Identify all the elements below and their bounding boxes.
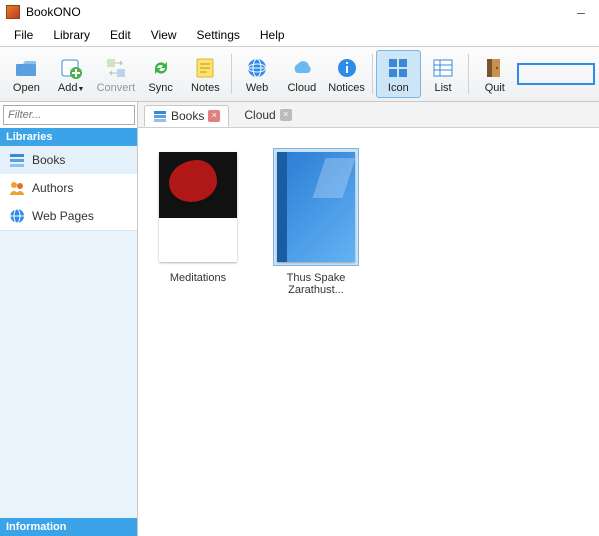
toolbar-separator (231, 54, 232, 94)
add-button[interactable]: Add▼ (49, 50, 94, 98)
toolbar-separator (372, 54, 373, 94)
sidebar-item-label: Books (32, 153, 65, 167)
tabbar: Books × Cloud × (138, 102, 599, 128)
sidebar-item-books[interactable]: Books (0, 146, 137, 174)
book-grid: Meditations Thus Spake Zarathust... (138, 128, 599, 536)
quit-button[interactable]: Quit (472, 50, 517, 98)
search-input[interactable] (517, 63, 595, 85)
book-cover (277, 152, 355, 262)
open-icon (13, 55, 39, 81)
convert-icon (103, 55, 129, 81)
list-view-button[interactable]: List (421, 50, 466, 98)
add-icon (58, 55, 84, 81)
cloud-icon (289, 55, 315, 81)
authors-icon (8, 179, 26, 197)
sidebar-item-authors[interactable]: Authors (0, 174, 137, 202)
globe-icon (8, 207, 26, 225)
convert-button[interactable]: Convert (94, 50, 139, 98)
book-cover (159, 152, 237, 262)
minimize-button[interactable]: – (569, 4, 593, 20)
web-button[interactable]: Web (235, 50, 280, 98)
quit-icon (482, 55, 508, 81)
sync-icon (148, 55, 174, 81)
open-button[interactable]: Open (4, 50, 49, 98)
book-item-zarathustra[interactable]: Thus Spake Zarathust... (266, 148, 366, 296)
menu-help[interactable]: Help (250, 26, 295, 44)
tab-books[interactable]: Books × (144, 105, 229, 127)
tab-cloud[interactable]: Cloud × (235, 104, 300, 126)
icon-view-button[interactable]: Icon (376, 50, 421, 98)
information-header: Information (0, 518, 137, 536)
notes-icon (192, 55, 218, 81)
filter-input[interactable] (3, 105, 135, 125)
sidebar-item-label: Authors (32, 181, 73, 195)
web-icon (244, 55, 270, 81)
titlebar: BookONO – (0, 0, 599, 24)
sidebar-item-label: Web Pages (32, 209, 94, 223)
list-icon (430, 55, 456, 81)
tab-close-icon[interactable]: × (280, 109, 292, 121)
toolbar-separator (468, 54, 469, 94)
books-icon (153, 109, 167, 123)
menu-edit[interactable]: Edit (100, 26, 141, 44)
tab-close-icon[interactable]: × (208, 110, 220, 122)
main-area: Books × Cloud × Meditations Thus Spake Z… (138, 102, 599, 536)
sidebar-fill (0, 230, 137, 518)
cloud-button[interactable]: Cloud (279, 50, 324, 98)
book-title: Thus Spake Zarathust... (266, 272, 366, 296)
tab-label: Books (171, 109, 204, 123)
book-title: Meditations (170, 272, 226, 284)
book-item-meditations[interactable]: Meditations (148, 148, 248, 284)
libraries-header: Libraries (0, 128, 137, 146)
grid-icon (385, 55, 411, 81)
menu-file[interactable]: File (4, 26, 43, 44)
menu-view[interactable]: View (141, 26, 187, 44)
tab-label: Cloud (244, 108, 275, 122)
notes-button[interactable]: Notes (183, 50, 228, 98)
menu-settings[interactable]: Settings (187, 26, 250, 44)
menubar: File Library Edit View Settings Help (0, 24, 599, 46)
toolbar: Open Add▼ Convert Sync Notes Web Cloud N… (0, 46, 599, 102)
sync-button[interactable]: Sync (138, 50, 183, 98)
app-icon (6, 5, 20, 19)
books-icon (8, 151, 26, 169)
app-title: BookONO (26, 5, 81, 19)
notices-button[interactable]: Notices (324, 50, 369, 98)
sidebar-item-webpages[interactable]: Web Pages (0, 202, 137, 230)
sidebar: Libraries Books Authors Web Pages Inform… (0, 102, 138, 536)
notices-icon (334, 55, 360, 81)
menu-library[interactable]: Library (43, 26, 100, 44)
